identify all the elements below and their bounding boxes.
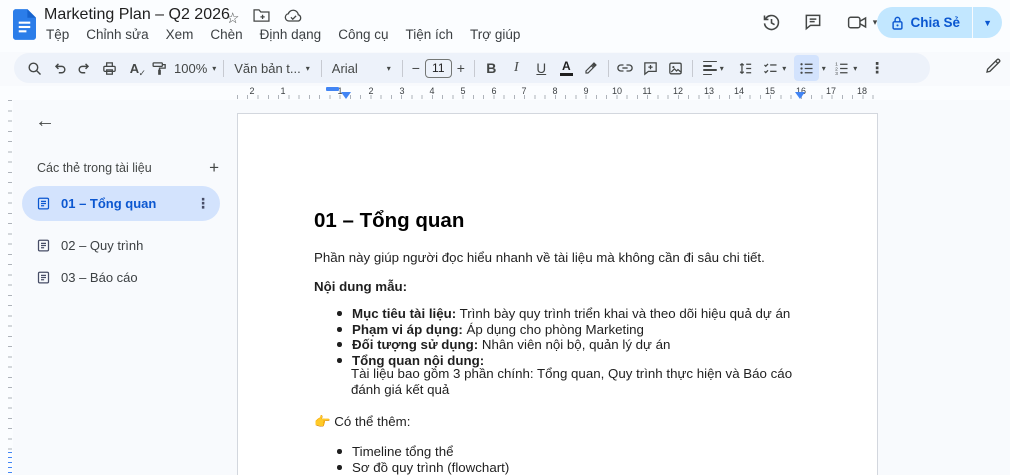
editing-mode-icon[interactable] [984, 57, 1002, 80]
italic-button[interactable]: I [504, 55, 529, 81]
numbered-list-select[interactable]: 123 ▾ [829, 55, 865, 81]
paragraph-style-select[interactable]: Văn bản t... ▾ [228, 55, 317, 81]
align-left-icon [702, 60, 717, 76]
comments-icon[interactable] [800, 9, 826, 35]
paint-format-icon[interactable] [147, 55, 172, 81]
checklist-select[interactable]: ▾ [758, 55, 794, 81]
font-size-decrease[interactable]: − [407, 55, 425, 81]
add-comment-icon[interactable] [638, 55, 663, 81]
menu-bar: Tệp Chỉnh sửa Xem Chèn Định dạng Công cụ… [46, 27, 520, 42]
menu-view[interactable]: Xem [166, 27, 194, 42]
align-select[interactable]: ▾ [697, 55, 733, 81]
sidebar-item-tab1[interactable]: 01 – Tổng quan ⋮ [22, 186, 220, 221]
menu-file[interactable]: Tệp [46, 27, 69, 42]
star-icon[interactable]: ☆ [226, 9, 239, 27]
left-indent-marker[interactable] [341, 92, 351, 99]
zoom-select[interactable]: 100% ▾ [172, 55, 219, 81]
add-tab-button[interactable]: + [203, 158, 225, 178]
tab-doc-icon [36, 270, 51, 285]
share-dropdown-caret[interactable]: ▼ [973, 18, 1002, 28]
bullet-item-3: Đối tượng sử dụng: Nhân viên nội bộ, quả… [352, 337, 671, 352]
menu-format[interactable]: Định dạng [260, 27, 322, 42]
tab-options-icon[interactable]: ⋮ [196, 195, 210, 212]
section-label: Nội dung mẫu: [314, 279, 408, 294]
sidebar-item-tab3[interactable]: 03 – Báo cáo [22, 260, 220, 295]
tab-doc-icon [36, 238, 51, 253]
redo-icon[interactable] [72, 55, 97, 81]
tip-line: 👉 Có thể thêm: [314, 414, 411, 429]
document-page[interactable]: 01 – Tổng quan Phần này giúp người đọc h… [237, 113, 878, 475]
horizontal-ruler[interactable]: 2 1 1 2 3 4 5 6 7 8 9 10 11 12 13 14 15 16 17 18 [0, 86, 1010, 100]
insert-image-icon[interactable] [663, 55, 688, 81]
share-button-main[interactable]: Chia Sẻ [877, 15, 973, 31]
bulleted-list-caret[interactable]: ▾ [819, 64, 829, 73]
right-indent-marker[interactable] [795, 92, 805, 99]
toolbar: A ✓ 100% ▾ Văn bản t... ▾ Arial ▾ − 11 + B … [14, 53, 930, 83]
line-spacing-icon[interactable] [733, 55, 758, 81]
font-select[interactable]: Arial ▾ [326, 55, 398, 81]
sidebar-item-tab2[interactable]: 02 – Quy trình [22, 228, 220, 263]
move-folder-icon[interactable] [253, 8, 271, 28]
tab-label: 02 – Quy trình [61, 238, 144, 253]
font-size-increase[interactable]: + [452, 55, 470, 81]
share-label: Chia Sẻ [910, 15, 961, 30]
font-size-input[interactable]: 11 [424, 58, 452, 78]
menu-tools[interactable]: Công cụ [338, 27, 388, 42]
share-button[interactable]: Chia Sẻ ▼ [876, 7, 1002, 38]
menu-insert[interactable]: Chèn [210, 27, 242, 42]
bullet-item-4-continuation: Tài liệu bao gồm 3 phần chính: Tổng quan… [351, 366, 793, 397]
lock-icon [891, 16, 903, 30]
bullet-item-1: Mục tiêu tài liệu: Trình bày quy trình t… [352, 306, 791, 321]
bulleted-list-button[interactable] [793, 55, 819, 81]
title-actions: ☆ [226, 8, 303, 28]
tabs-sidebar: ← Các thẻ trong tài liệu + 01 – Tổng qua… [13, 100, 237, 475]
menu-edit[interactable]: Chỉnh sửa [86, 27, 148, 42]
underline-button[interactable]: U [529, 55, 554, 81]
tab-label: 03 – Báo cáo [61, 270, 138, 285]
header-actions: ▾ [758, 9, 882, 35]
tabs-header-label: Các thẻ trong tài liệu [37, 161, 152, 175]
print-icon[interactable] [97, 55, 122, 81]
cloud-status-icon[interactable] [284, 8, 303, 28]
bullet-item-2: Phạm vi áp dụng: Áp dụng cho phòng Marke… [352, 322, 644, 337]
bold-button[interactable]: B [479, 55, 504, 81]
menu-help[interactable]: Trợ giúp [470, 27, 520, 42]
spellcheck-icon[interactable]: A ✓ [122, 55, 147, 81]
search-icon[interactable] [22, 55, 47, 81]
extra-bullet-1: Timeline tổng thể [352, 444, 454, 459]
svg-text:3: 3 [835, 70, 838, 76]
extra-bullet-2: Sơ đồ quy trình (flowchart) [352, 460, 510, 475]
text-color-button[interactable]: A [554, 55, 579, 81]
first-line-indent-marker[interactable] [326, 87, 339, 91]
document-heading: 01 – Tổng quan [314, 209, 465, 232]
highlight-color-button[interactable] [579, 55, 604, 81]
intro-paragraph: Phần này giúp người đọc hiểu nhanh về tà… [314, 250, 765, 265]
undo-icon[interactable] [47, 55, 72, 81]
vertical-ruler[interactable] [0, 100, 13, 475]
version-history-icon[interactable] [758, 9, 784, 35]
pointing-hand-emoji: 👉 [314, 414, 331, 429]
docs-logo-icon[interactable] [13, 9, 36, 45]
close-sidebar-arrow-icon[interactable]: ← [35, 110, 55, 133]
tabs-header: Các thẻ trong tài liệu + [37, 158, 225, 178]
document-title[interactable]: Marketing Plan – Q2 2026 [44, 6, 230, 24]
app-header: Marketing Plan – Q2 2026 ☆ Tệp Chỉnh sửa… [0, 0, 1010, 52]
google-docs-window: Marketing Plan – Q2 2026 ☆ Tệp Chỉnh sửa… [0, 0, 1010, 475]
bottom-margin-ticks [8, 452, 12, 475]
toolbar-overflow-icon[interactable]: ⋮ [865, 55, 890, 81]
menu-extensions[interactable]: Tiện ích [406, 27, 454, 42]
insert-link-icon[interactable] [613, 55, 638, 81]
tab-label: 01 – Tổng quan [61, 196, 157, 211]
tab-doc-icon [36, 196, 51, 211]
